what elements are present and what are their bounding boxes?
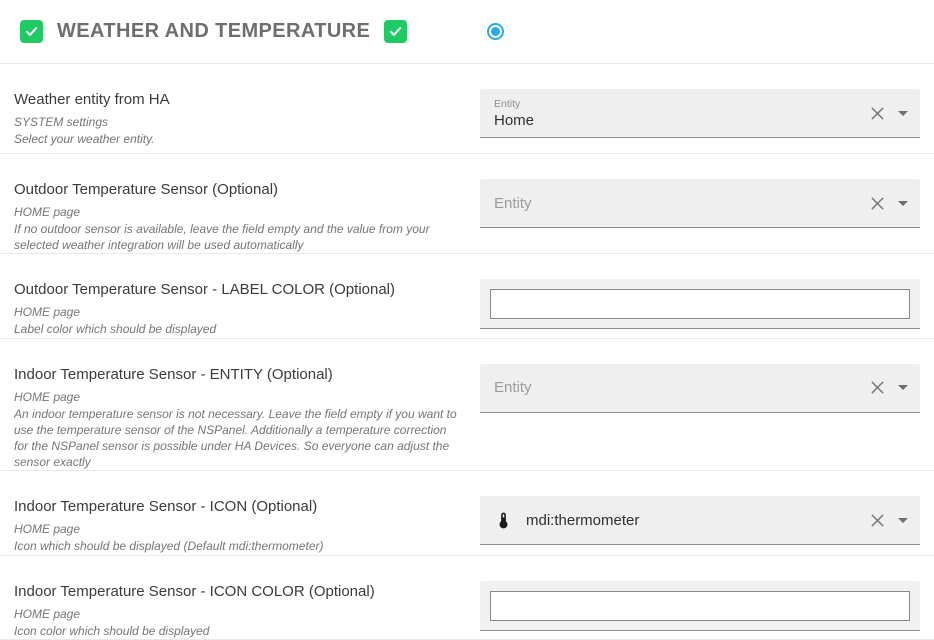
thermometer-icon bbox=[494, 511, 513, 530]
setting-row-outdoor-label-color: Outdoor Temperature Sensor - LABEL COLOR… bbox=[0, 253, 934, 337]
color-input-panel bbox=[480, 581, 920, 631]
indoor-icon-select[interactable]: mdi:thermometer bbox=[480, 496, 920, 545]
setting-row-indoor-entity: Indoor Temperature Sensor - ENTITY (Opti… bbox=[0, 338, 934, 471]
setting-description: Select your weather entity. bbox=[14, 131, 462, 147]
field-placeholder: Entity bbox=[494, 379, 532, 396]
setting-context: HOME page bbox=[14, 607, 466, 621]
section-checkbox-left[interactable] bbox=[20, 20, 43, 43]
setting-description: Label color which should be displayed bbox=[14, 321, 462, 337]
indoor-icon-color-input[interactable] bbox=[490, 591, 910, 621]
setting-description: Icon which should be displayed (Default … bbox=[14, 538, 462, 554]
setting-title: Outdoor Temperature Sensor (Optional) bbox=[14, 181, 466, 198]
color-input-panel bbox=[480, 279, 920, 329]
indoor-entity-select[interactable]: Entity bbox=[480, 364, 920, 413]
field-placeholder: Entity bbox=[494, 195, 532, 212]
clear-icon[interactable] bbox=[870, 106, 885, 121]
field-label: Entity bbox=[494, 98, 534, 110]
clear-icon[interactable] bbox=[870, 196, 885, 211]
setting-context: HOME page bbox=[14, 205, 466, 219]
clear-icon[interactable] bbox=[870, 513, 885, 528]
check-icon bbox=[388, 24, 403, 39]
field-value: mdi:thermometer bbox=[526, 512, 639, 529]
section-radio[interactable] bbox=[487, 23, 504, 40]
setting-description: Icon color which should be displayed bbox=[14, 623, 462, 639]
section-checkbox-right[interactable] bbox=[384, 20, 407, 43]
chevron-down-icon[interactable] bbox=[898, 385, 908, 390]
setting-context: SYSTEM settings bbox=[14, 115, 466, 129]
field-value: Home bbox=[494, 112, 534, 129]
setting-row-indoor-icon-color: Indoor Temperature Sensor - ICON COLOR (… bbox=[0, 555, 934, 639]
setting-row-outdoor-sensor: Outdoor Temperature Sensor (Optional) HO… bbox=[0, 153, 934, 253]
setting-title: Indoor Temperature Sensor - ICON COLOR (… bbox=[14, 583, 466, 600]
setting-context: HOME page bbox=[14, 390, 466, 404]
check-icon bbox=[24, 24, 39, 39]
setting-title: Indoor Temperature Sensor - ICON (Option… bbox=[14, 498, 466, 515]
outdoor-label-color-input[interactable] bbox=[490, 289, 910, 319]
weather-entity-select[interactable]: Entity Home bbox=[480, 89, 920, 138]
radio-dot-icon bbox=[491, 27, 500, 36]
setting-row-weather-entity: Weather entity from HA SYSTEM settings S… bbox=[0, 63, 934, 153]
section-title: WEATHER AND TEMPERATURE bbox=[57, 20, 370, 43]
chevron-down-icon[interactable] bbox=[898, 201, 908, 206]
outdoor-entity-select[interactable]: Entity bbox=[480, 179, 920, 228]
setting-description: An indoor temperature sensor is not nece… bbox=[14, 406, 462, 471]
setting-context: HOME page bbox=[14, 305, 466, 319]
setting-title: Weather entity from HA bbox=[14, 91, 466, 108]
setting-description: If no outdoor sensor is available, leave… bbox=[14, 221, 462, 253]
setting-row-indoor-icon: Indoor Temperature Sensor - ICON (Option… bbox=[0, 470, 934, 554]
clear-icon[interactable] bbox=[870, 380, 885, 395]
setting-context: HOME page bbox=[14, 522, 466, 536]
section-header: WEATHER AND TEMPERATURE bbox=[0, 0, 934, 63]
chevron-down-icon[interactable] bbox=[898, 111, 908, 116]
setting-title: Indoor Temperature Sensor - ENTITY (Opti… bbox=[14, 366, 466, 383]
settings-page: WEATHER AND TEMPERATURE Weather entity f… bbox=[0, 0, 934, 640]
chevron-down-icon[interactable] bbox=[898, 518, 908, 523]
setting-title: Outdoor Temperature Sensor - LABEL COLOR… bbox=[14, 281, 466, 298]
